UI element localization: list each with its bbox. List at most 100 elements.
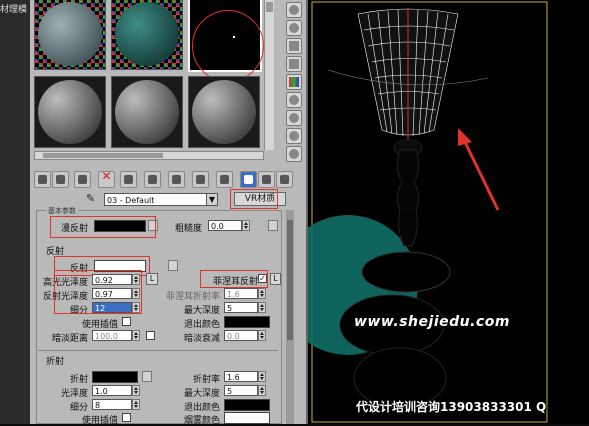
video-color-check-icon	[289, 77, 299, 87]
left-side-panel: 材理模	[0, 0, 30, 424]
reflect-exit-color-swatch[interactable]	[224, 316, 270, 328]
ior-field[interactable]: 1.6	[224, 371, 258, 382]
backlight-button[interactable]	[286, 20, 302, 36]
refract-subdivs-field[interactable]: 8	[92, 399, 132, 410]
put-to-library-button[interactable]	[168, 171, 185, 188]
show-end-result-button[interactable]	[240, 171, 257, 188]
copy-material-button[interactable]	[120, 171, 137, 188]
background-button[interactable]	[286, 38, 302, 54]
backlight-icon	[289, 23, 299, 33]
make-preview-button[interactable]	[286, 92, 302, 108]
put-to-scene-button[interactable]	[52, 171, 69, 188]
material-navigator-icon	[289, 149, 299, 159]
reflect-max-depth-spinner[interactable]	[258, 302, 266, 313]
fresnel-ior-label: 菲涅耳折射率	[165, 292, 220, 302]
eyedropper-icon[interactable]: ✎	[86, 193, 98, 205]
make-preview-icon	[289, 95, 299, 105]
material-navigator-button[interactable]	[286, 146, 302, 162]
fog-color-swatch[interactable]	[224, 412, 270, 424]
annotation-circle	[192, 10, 264, 82]
reset-map-button[interactable]: ✕	[98, 169, 115, 188]
sample-slot-6[interactable]	[188, 76, 260, 148]
refract-exit-color-swatch[interactable]	[224, 399, 270, 411]
material-id-icon	[196, 175, 205, 184]
reflect-max-depth-label: 最大深度	[183, 306, 220, 316]
slot-sphere	[38, 2, 102, 66]
hilight-lock-button[interactable]: L	[146, 273, 158, 285]
refract-max-depth-label: 最大深度	[183, 389, 220, 399]
annotation-box	[50, 216, 156, 238]
dim-distance-field[interactable]: 100.0	[92, 330, 132, 341]
fresnel-ior-field[interactable]: 1.6	[224, 288, 258, 299]
go-to-parent-icon	[262, 175, 271, 184]
dim-distance-spinner[interactable]	[132, 330, 140, 341]
options-button[interactable]	[286, 110, 302, 126]
go-forward-icon	[280, 175, 289, 184]
background-icon	[289, 41, 299, 51]
roughness-spinner[interactable]	[242, 220, 250, 231]
annotation-arrow-head	[458, 128, 472, 146]
assign-to-selection-button[interactable]	[74, 171, 91, 188]
video-color-check-button[interactable]	[286, 74, 302, 90]
perspective-viewport[interactable]: www.shejiedu.com 代设计培训咨询13903833301 Q	[306, 0, 589, 424]
select-by-material-button[interactable]	[286, 128, 302, 144]
material-dropdown-arrow[interactable]: ▼	[206, 193, 218, 206]
fresnel-lock-button[interactable]: L	[270, 273, 281, 285]
dim-falloff-spinner[interactable]	[258, 330, 266, 341]
make-unique-icon	[148, 175, 157, 184]
roughness-map-button[interactable]	[268, 220, 278, 231]
refract-label: 折射	[69, 375, 88, 385]
refract-gloss-spinner[interactable]	[132, 385, 140, 396]
reset-map-icon: ✕	[101, 169, 112, 183]
refract-gloss-field[interactable]: 1.0	[92, 385, 132, 396]
make-unique-button[interactable]	[144, 171, 161, 188]
panel-scrollbar[interactable]	[286, 210, 294, 424]
show-map-button[interactable]	[216, 171, 233, 188]
watermark-text: www.shejiedu.com	[354, 314, 510, 330]
put-to-library-icon	[172, 175, 181, 184]
slots-horizontal-scrollbar[interactable]	[34, 151, 264, 160]
rollout-title: 基本参数	[46, 206, 78, 216]
refract-gloss-label: 光泽度	[60, 389, 88, 399]
uv-tiling-button[interactable]	[286, 56, 302, 72]
sample-slot-2[interactable]	[111, 0, 183, 70]
refract-use-interp-checkbox[interactable]	[122, 413, 131, 422]
sample-slot-1[interactable]	[34, 0, 106, 70]
ior-spinner[interactable]	[258, 371, 266, 382]
refract-exit-color-label: 退出颜色	[183, 403, 220, 413]
select-by-material-icon	[289, 131, 299, 141]
roughness-field[interactable]: 0.0	[208, 220, 242, 231]
annotation-box	[230, 189, 278, 209]
show-end-result-icon	[244, 175, 253, 184]
go-forward-button[interactable]	[276, 171, 293, 188]
put-to-scene-icon	[56, 175, 65, 184]
slots-vertical-scrollbar[interactable]	[264, 0, 274, 150]
dim-distance-checkbox[interactable]	[146, 331, 155, 340]
material-name-field[interactable]: 03 - Default	[104, 193, 214, 206]
sample-slot-5[interactable]	[111, 76, 183, 148]
refract-color-swatch[interactable]	[92, 371, 138, 383]
fog-color-label: 烟雾颜色	[183, 416, 220, 426]
refract-subdivs-spinner[interactable]	[132, 399, 140, 410]
reflect-use-interp-checkbox[interactable]	[122, 317, 131, 326]
get-material-button[interactable]	[34, 171, 51, 188]
sample-sphere-button[interactable]	[286, 2, 302, 18]
ior-label: 折射率	[192, 375, 220, 385]
sample-slot-4[interactable]	[34, 76, 106, 148]
annotation-box	[200, 270, 268, 288]
reflect-max-depth-field[interactable]: 5	[224, 302, 258, 313]
assign-to-selection-icon	[78, 175, 87, 184]
reflect-use-interp-label: 使用插值	[81, 320, 118, 330]
dim-falloff-field[interactable]: 0.0	[224, 330, 258, 341]
refract-max-depth-field[interactable]: 5	[224, 385, 258, 396]
refraction-section-label: 折射	[46, 357, 65, 367]
material-id-button[interactable]	[192, 171, 209, 188]
refract-map-button[interactable]	[142, 371, 152, 382]
dim-falloff-label: 暗淡衰减	[183, 334, 220, 344]
go-to-parent-button[interactable]	[258, 171, 275, 188]
reflect-map-button[interactable]	[168, 260, 178, 271]
material-editor: ✕ ✎ 03 - Default ▼ VR材质 基本参数 漫反射 粗糙度 0.0…	[30, 0, 306, 426]
section-divider	[38, 350, 278, 351]
refract-max-depth-spinner[interactable]	[258, 385, 266, 396]
fresnel-ior-spinner[interactable]	[258, 288, 266, 299]
